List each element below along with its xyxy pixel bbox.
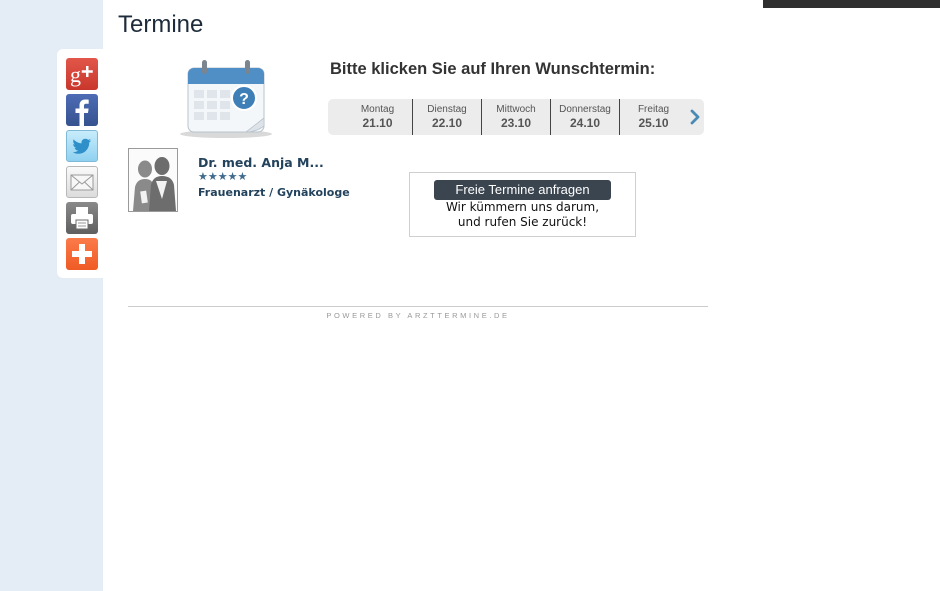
day-date: 25.10	[638, 116, 669, 130]
print-button[interactable]	[66, 202, 98, 234]
doctor-specialty: Frauenarzt / Gynäkologe	[198, 186, 350, 199]
day-thursday[interactable]: Donnerstag 24.10	[551, 99, 620, 135]
star-icon: ★	[207, 170, 218, 183]
printer-icon	[71, 207, 93, 230]
doctor-name-link[interactable]: Dr. med. Anja M...	[198, 155, 324, 170]
day-name: Mittwoch	[496, 104, 536, 115]
google-plus-button[interactable]: g	[66, 58, 98, 90]
doctor-silhouette-icon	[133, 157, 176, 211]
email-button[interactable]	[66, 166, 98, 198]
powered-by-link[interactable]: POWERED BY ARZTTERMINE.DE	[128, 311, 708, 320]
footer-divider	[128, 306, 708, 307]
svg-text:?: ?	[239, 91, 249, 108]
chevron-right-icon[interactable]	[689, 108, 701, 126]
star-icon: ★	[198, 170, 208, 183]
callback-text-line-1: Wir kümmern uns darum,	[445, 200, 600, 214]
twitter-button[interactable]	[66, 130, 98, 162]
twitter-bird-icon	[72, 138, 92, 154]
day-friday[interactable]: Freitag 25.10	[620, 99, 687, 135]
callback-text-line-2: und rufen Sie zurück!	[457, 215, 588, 229]
day-wednesday[interactable]: Mittwoch 23.10	[482, 99, 551, 135]
day-name: Dienstag	[427, 104, 467, 115]
calendar-question-icon: ?	[180, 60, 272, 138]
day-name: Freitag	[637, 104, 670, 115]
top-dark-bar	[763, 0, 940, 8]
day-name: Montag	[360, 104, 395, 115]
day-name: Donnerstag	[559, 104, 611, 115]
plus-icon	[72, 244, 92, 264]
doctor-avatar[interactable]	[128, 148, 178, 212]
google-plus-icon: g	[70, 62, 93, 87]
request-appointments-button[interactable]: Freie Termine anfragen	[434, 180, 611, 200]
star-icon: ★	[217, 170, 228, 183]
page-title: Termine	[118, 11, 204, 38]
svg-text:g: g	[70, 62, 81, 87]
day-date: 24.10	[569, 116, 601, 130]
more-share-button[interactable]	[66, 238, 98, 270]
request-box: Freie Termine anfragen Wir kümmern uns d…	[409, 172, 636, 237]
envelope-icon	[70, 174, 94, 191]
day-tuesday[interactable]: Dienstag 22.10	[413, 99, 482, 135]
star-icon: ★	[227, 170, 238, 183]
day-date: 22.10	[431, 116, 463, 130]
day-selector: Montag 21.10 Dienstag 22.10 Mittwoch 23.…	[328, 99, 704, 135]
star-rating: ★ ★ ★ ★ ★	[198, 171, 247, 183]
share-bar: g	[57, 49, 104, 278]
day-date: 21.10	[362, 116, 393, 130]
day-monday[interactable]: Montag 21.10	[343, 99, 413, 135]
day-date: 23.10	[500, 116, 532, 130]
facebook-icon	[75, 99, 89, 126]
appointment-prompt: Bitte klicken Sie auf Ihren Wunschtermin…	[330, 60, 656, 78]
star-icon: ★	[237, 170, 248, 183]
facebook-button[interactable]	[66, 94, 98, 126]
